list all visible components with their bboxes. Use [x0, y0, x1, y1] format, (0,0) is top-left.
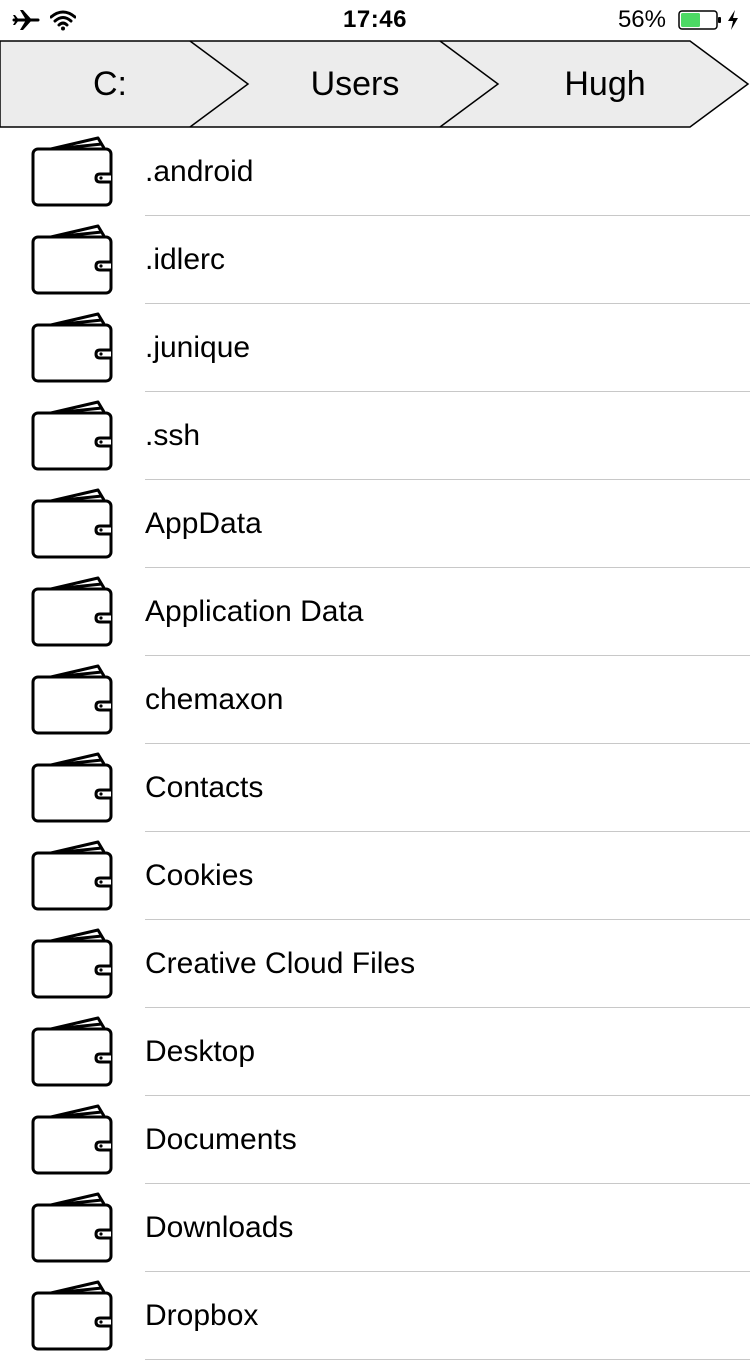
list-item-label: .idlerc — [145, 243, 226, 276]
status-bar: 17:46 56% — [0, 0, 750, 40]
folder-icon — [31, 224, 113, 295]
list-item-label: .junique — [145, 331, 251, 364]
list-item[interactable]: .android — [0, 128, 750, 216]
list-item[interactable]: Downloads — [0, 1184, 750, 1272]
folder-icon — [31, 1104, 113, 1175]
list-item[interactable]: Dropbox — [0, 1272, 750, 1360]
list-item[interactable]: Documents — [0, 1096, 750, 1184]
battery-percentage: 56% — [617, 6, 666, 33]
breadcrumb-item-users[interactable]: Users — [240, 40, 470, 128]
list-item[interactable]: Application Data — [0, 568, 750, 656]
folder-icon — [31, 1192, 113, 1263]
list-item-label: Cookies — [145, 859, 254, 892]
charging-bolt-icon — [728, 10, 738, 30]
list-item-label: Contacts — [145, 771, 264, 804]
list-item-label: Creative Cloud Files — [145, 947, 416, 980]
list-item[interactable]: AppData — [0, 480, 750, 568]
list-item-label: Dropbox — [145, 1299, 259, 1332]
folder-icon — [31, 928, 113, 999]
list-item[interactable]: Desktop — [0, 1008, 750, 1096]
breadcrumb: C: Users Hugh — [0, 40, 750, 128]
folder-icon — [31, 488, 113, 559]
folder-icon — [31, 1280, 113, 1351]
list-item-label: Desktop — [145, 1035, 256, 1068]
breadcrumb-item-hugh[interactable]: Hugh — [490, 40, 720, 128]
folder-icon — [31, 840, 113, 911]
list-item[interactable]: Cookies — [0, 832, 750, 920]
folder-icon — [31, 400, 113, 471]
list-item[interactable]: .idlerc — [0, 216, 750, 304]
folder-icon — [31, 136, 113, 207]
list-item[interactable]: .ssh — [0, 392, 750, 480]
list-item-label: .ssh — [145, 419, 201, 452]
list-item-label: .android — [145, 155, 254, 188]
breadcrumb-item-c-drive[interactable]: C: — [0, 40, 220, 128]
folder-icon — [31, 664, 113, 735]
list-item[interactable]: Creative Cloud Files — [0, 920, 750, 1008]
list-item[interactable]: .junique — [0, 304, 750, 392]
list-item-label: Documents — [145, 1123, 297, 1156]
list-item-label: Downloads — [145, 1211, 294, 1244]
list-item-label: Application Data — [145, 595, 364, 628]
folder-icon — [31, 576, 113, 647]
folder-icon — [31, 752, 113, 823]
folder-icon — [31, 1016, 113, 1087]
list-item[interactable]: Contacts — [0, 744, 750, 832]
list-item-label: AppData — [145, 507, 262, 540]
list-item[interactable]: chemaxon — [0, 656, 750, 744]
folder-icon — [31, 312, 113, 383]
battery-icon — [678, 10, 721, 30]
list-item-label: chemaxon — [145, 683, 284, 716]
file-list: .android .idlerc .junique .ssh AppData A… — [0, 128, 750, 1360]
